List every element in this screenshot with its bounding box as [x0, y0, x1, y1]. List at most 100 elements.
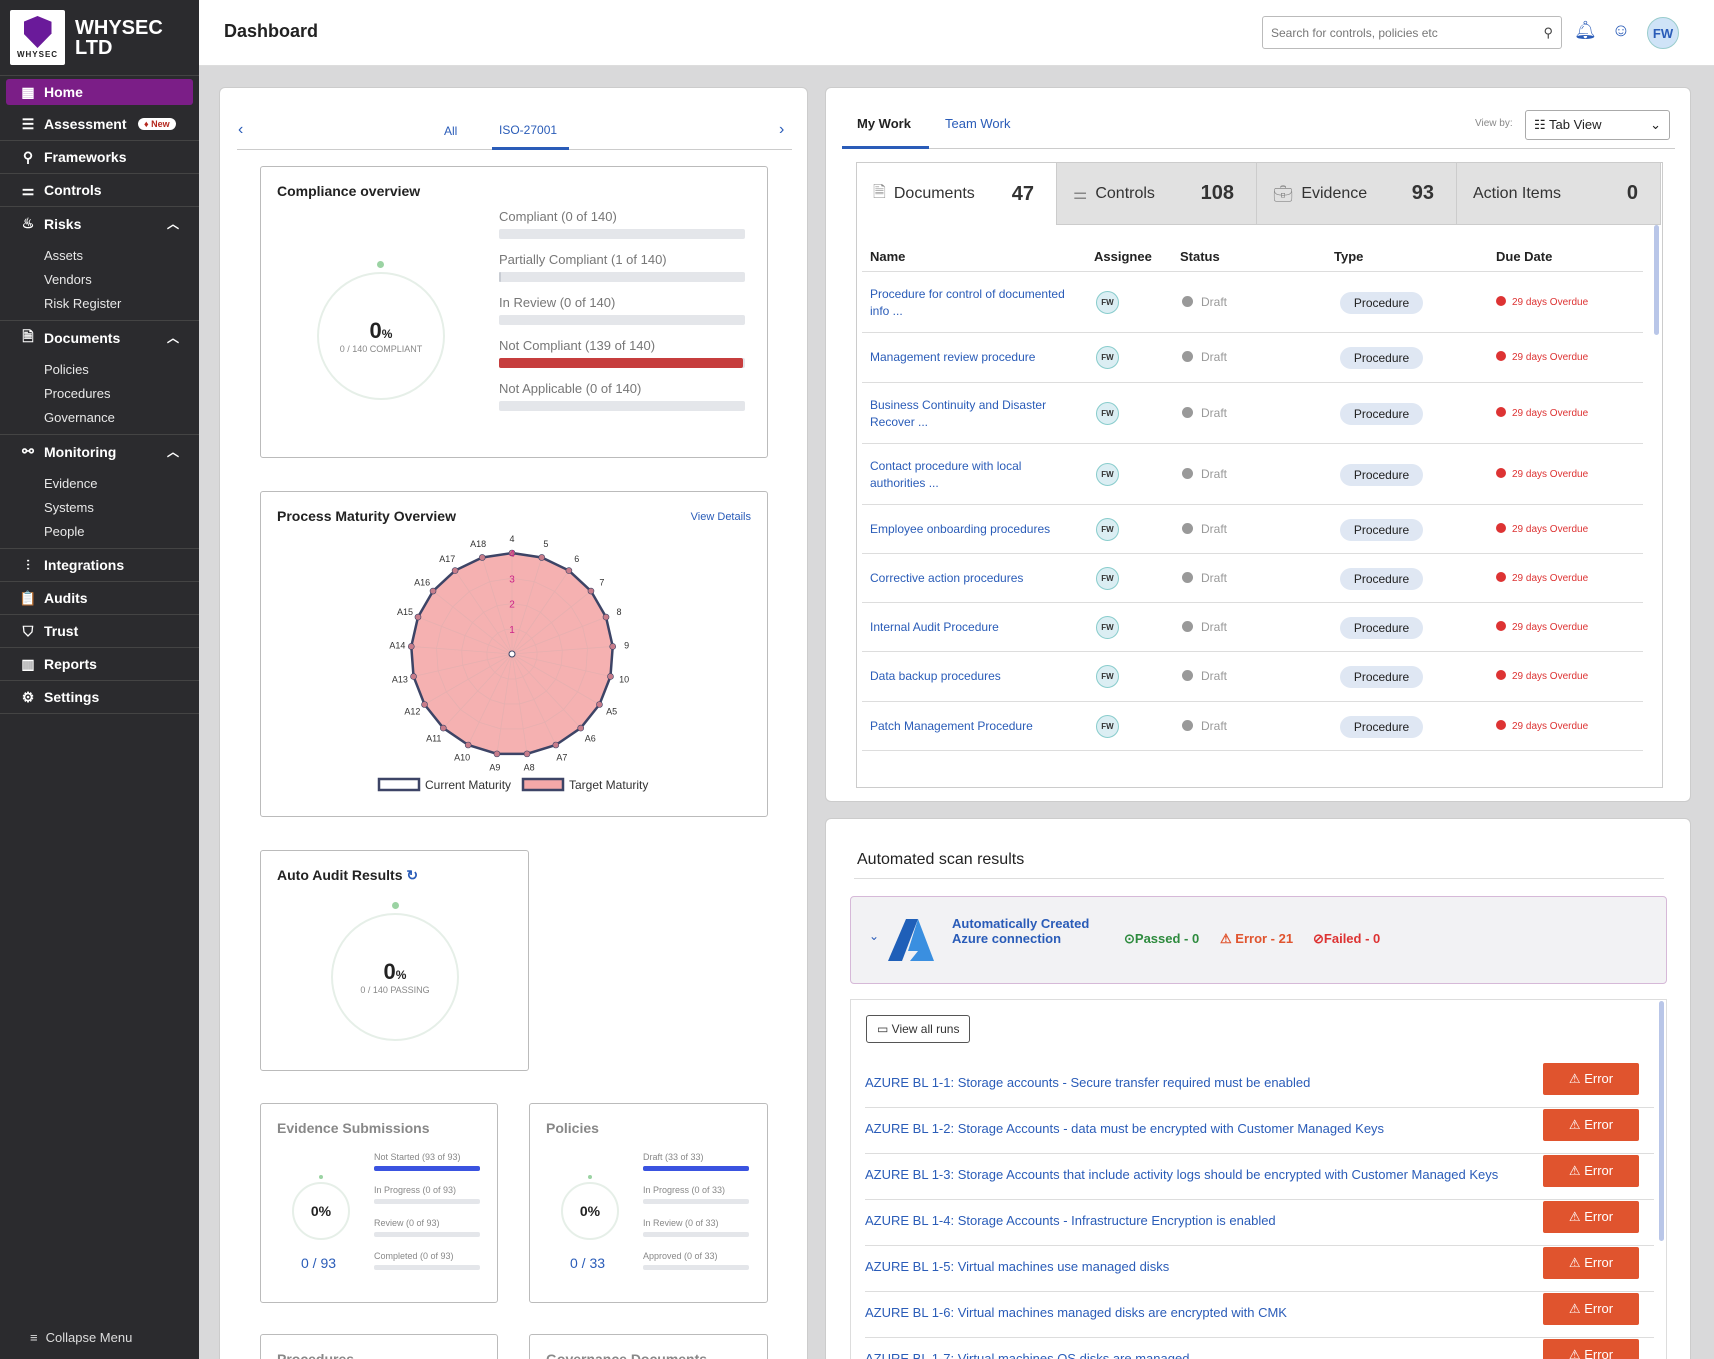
sidebar-subitem-people[interactable]: People: [44, 520, 199, 544]
search-input[interactable]: Search for controls, policies etc ⚲: [1262, 16, 1562, 49]
table-row[interactable]: Internal Audit Procedure FW Draft Procedure…: [862, 603, 1643, 652]
error-button[interactable]: ⚠ Error: [1543, 1155, 1639, 1187]
assignee-avatar[interactable]: FW: [1096, 566, 1119, 590]
table-row[interactable]: Contact procedure with local authorities…: [862, 444, 1643, 505]
subtab-evidence[interactable]: 💼︎ Evidence 93: [1256, 162, 1457, 225]
sidebar-item-trust[interactable]: ⛉ Trust: [0, 615, 199, 648]
chevron-right-icon[interactable]: ›: [779, 121, 784, 139]
document-name-link[interactable]: Corrective action procedures: [870, 570, 1070, 587]
sidebar-item-assessment[interactable]: ☰ Assessment ♦ New: [0, 108, 199, 141]
sidebar-item-integrations[interactable]: ⫶ Integrations: [0, 549, 199, 582]
sidebar-subitem-evidence[interactable]: Evidence: [44, 472, 199, 496]
document-name-link[interactable]: Management review procedure: [870, 349, 1070, 366]
sidebar-item-audits[interactable]: 📋 Audits: [0, 582, 199, 615]
error-button[interactable]: ⚠ Error: [1543, 1293, 1639, 1325]
tab-team-work[interactable]: Team Work: [945, 116, 1011, 131]
table-row[interactable]: Patch Management Procedure FW Draft Procedu…: [862, 702, 1643, 751]
table-row[interactable]: Procedure for control of documented info…: [862, 272, 1643, 333]
avatar[interactable]: FW: [1647, 17, 1679, 49]
tab-all[interactable]: All: [444, 124, 457, 138]
chevron-down-icon[interactable]: ⌄: [869, 929, 879, 943]
col-name[interactable]: Name: [870, 249, 905, 264]
current-maturity-point: [410, 673, 417, 680]
scan-result-link[interactable]: AZURE BL 1-1: Storage accounts - Secure …: [865, 1075, 1310, 1090]
scan-result-link[interactable]: AZURE BL 1-7: Virtual machines OS disks …: [865, 1351, 1189, 1359]
tab-my-work[interactable]: My Work: [857, 116, 911, 131]
assignee-avatar[interactable]: FW: [1096, 462, 1119, 486]
sidebar-subitem-policies[interactable]: Policies: [44, 358, 199, 382]
error-button[interactable]: ⚠ Error: [1543, 1247, 1639, 1279]
error-button[interactable]: ⚠ Error: [1543, 1339, 1639, 1359]
table-row[interactable]: Corrective action procedures FW Draft Proce…: [862, 554, 1643, 603]
assignee-avatar[interactable]: FW: [1096, 615, 1119, 639]
assignee-avatar[interactable]: FW: [1096, 290, 1119, 314]
refresh-icon[interactable]: ↻: [406, 867, 418, 883]
scan-result-link[interactable]: AZURE BL 1-6: Virtual machines managed d…: [865, 1305, 1287, 1320]
document-name-link[interactable]: Internal Audit Procedure: [870, 619, 1070, 636]
scan-result-link[interactable]: AZURE BL 1-3: Storage Accounts that incl…: [865, 1167, 1498, 1182]
col-due-date[interactable]: Due Date: [1496, 249, 1552, 264]
assignee-avatar[interactable]: FW: [1096, 714, 1119, 738]
assignee-avatar[interactable]: FW: [1096, 346, 1119, 369]
scan-result-link[interactable]: AZURE BL 1-5: Virtual machines use manag…: [865, 1259, 1169, 1274]
sidebar-subitem-governance[interactable]: Governance: [44, 406, 199, 430]
scrollbar[interactable]: [1659, 1001, 1664, 1241]
sidebar-item-risks[interactable]: ♨ Risks ︿: [0, 207, 199, 240]
col-assignee[interactable]: Assignee: [1094, 249, 1152, 264]
document-name-link[interactable]: Business Continuity and Disaster Recover…: [870, 397, 1070, 431]
error-button[interactable]: ⚠ Error: [1543, 1063, 1639, 1095]
subtab-controls[interactable]: ⚌ Controls 108: [1056, 162, 1257, 225]
sidebar-item-controls[interactable]: ⚌ Controls: [0, 174, 199, 207]
passed-count: ⊙Passed - 0: [1124, 931, 1200, 946]
error-button[interactable]: ⚠ Error: [1543, 1201, 1639, 1233]
subtab-action-items[interactable]: Action Items 0: [1456, 162, 1661, 225]
document-name-link[interactable]: Contact procedure with local authorities…: [870, 458, 1070, 492]
radar-category-label: 9: [624, 640, 629, 650]
evidence-pct: 0%: [310, 1203, 332, 1219]
document-name-link[interactable]: Data backup procedures: [870, 668, 1070, 685]
radar-category-label: 10: [619, 675, 629, 685]
sidebar-item-home[interactable]: ▦ Home: [6, 79, 193, 105]
sidebar-item-settings[interactable]: ⚙ Settings: [0, 681, 199, 714]
brand-logo[interactable]: WHYSEC: [10, 10, 65, 65]
view-all-runs-button[interactable]: ▭ View all runs: [866, 1015, 971, 1043]
scrollbar[interactable]: [1654, 225, 1659, 335]
chevron-up-icon: ︿: [166, 217, 179, 231]
support-icon[interactable]: ☺: [1610, 20, 1632, 42]
search-icon[interactable]: ⚲: [1543, 25, 1553, 41]
collapse-menu-button[interactable]: ≡ Collapse Menu: [30, 1330, 132, 1345]
sidebar-item-label: Assessment: [44, 116, 127, 132]
sidebar-subitem-procedures[interactable]: Procedures: [44, 382, 199, 406]
assignee-avatar[interactable]: FW: [1096, 401, 1119, 425]
sidebar-subitem-systems[interactable]: Systems: [44, 496, 199, 520]
assignee-avatar[interactable]: FW: [1096, 665, 1119, 688]
scan-result-link[interactable]: AZURE BL 1-2: Storage Accounts - data mu…: [865, 1121, 1384, 1136]
sidebar-item-reports[interactable]: ▥ Reports: [0, 648, 199, 681]
sidebar-subitem-assets[interactable]: Assets: [44, 244, 199, 268]
assignee-avatar[interactable]: FW: [1096, 517, 1119, 541]
bell-icon[interactable]: 🔔︎: [1574, 20, 1597, 42]
table-row[interactable]: Data backup procedures FW Draft Procedure 29…: [862, 652, 1643, 702]
col-status[interactable]: Status: [1180, 249, 1220, 264]
table-row[interactable]: Employee onboarding procedures FW Draft Pro…: [862, 505, 1643, 554]
sidebar-subitem-risk-register[interactable]: Risk Register: [44, 292, 199, 316]
collapse-menu-label: Collapse Menu: [45, 1330, 133, 1345]
document-name-link[interactable]: Patch Management Procedure: [870, 718, 1070, 735]
view-by-select[interactable]: ☷ Tab View ⌄: [1525, 110, 1670, 140]
scan-result-link[interactable]: AZURE BL 1-4: Storage Accounts - Infrast…: [865, 1213, 1276, 1228]
table-row[interactable]: Management review procedure FW Draft Proced…: [862, 333, 1643, 383]
sidebar-item-frameworks[interactable]: ⚲ Frameworks: [0, 141, 199, 174]
sidebar-subitem-vendors[interactable]: Vendors: [44, 268, 199, 292]
col-type[interactable]: Type: [1334, 249, 1363, 264]
azure-connection-card[interactable]: ⌄ Automatically Created Azure connection…: [850, 896, 1667, 984]
document-name-link[interactable]: Employee onboarding procedures: [870, 521, 1070, 538]
document-name-link[interactable]: Procedure for control of documented info…: [870, 286, 1070, 320]
sidebar-item-monitoring[interactable]: ⚯ Monitoring ︿: [0, 435, 199, 468]
error-button[interactable]: ⚠ Error: [1543, 1109, 1639, 1141]
chevron-left-icon[interactable]: ‹: [238, 121, 243, 139]
sidebar-item-label: Audits: [44, 590, 88, 606]
tab-iso-27001[interactable]: ISO-27001: [499, 123, 557, 137]
table-row[interactable]: Business Continuity and Disaster Recover…: [862, 383, 1643, 444]
subtab-documents[interactable]: 🗎 Documents 47: [856, 162, 1057, 225]
sidebar-item-documents[interactable]: 🗎 Documents ︿: [0, 321, 199, 354]
